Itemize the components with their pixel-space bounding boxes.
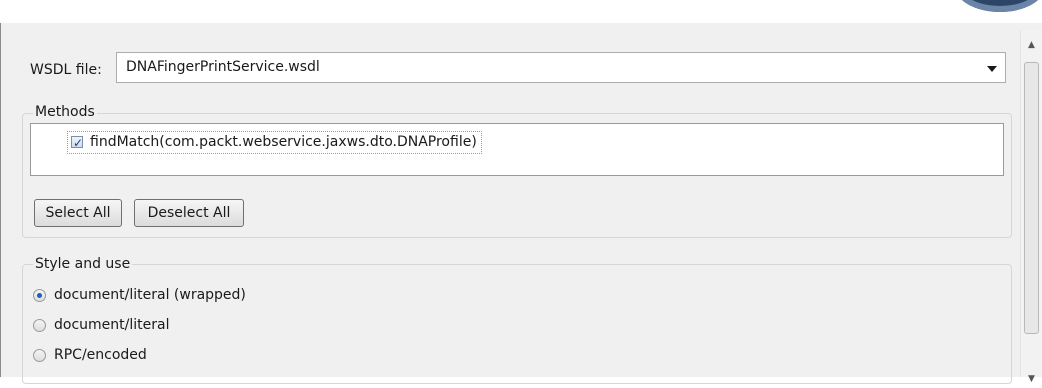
banner-graphic xyxy=(955,0,1042,12)
deselect-all-button[interactable]: Deselect All xyxy=(134,199,244,227)
methods-list[interactable]: ✓ findMatch(com.packt.webservice.jaxws.d… xyxy=(30,123,1004,176)
style-and-use-title: Style and use xyxy=(33,256,133,272)
method-label: findMatch(com.packt.webservice.jaxws.dto… xyxy=(90,134,477,150)
wsdl-file-label: WSDL file: xyxy=(30,62,102,78)
radio-label: document/literal xyxy=(54,317,170,333)
scroll-down-arrow-icon[interactable]: ▼ xyxy=(1021,370,1042,388)
scroll-up-arrow-icon[interactable]: ▲ xyxy=(1021,36,1042,54)
vertical-scrollbar[interactable]: ▲ ▼ xyxy=(1020,30,1042,384)
radio-button[interactable] xyxy=(33,319,46,332)
chevron-down-icon[interactable] xyxy=(987,66,997,72)
select-all-button[interactable]: Select All xyxy=(34,199,122,227)
radio-button-selected[interactable] xyxy=(33,289,46,302)
wsdl-file-combo[interactable]: DNAFingerPrintService.wsdl xyxy=(116,52,1006,83)
radio-label: RPC/encoded xyxy=(54,347,147,363)
methods-group-title: Methods xyxy=(33,104,97,120)
wsdl-file-value: DNAFingerPrintService.wsdl xyxy=(126,59,320,75)
check-icon: ✓ xyxy=(73,136,84,150)
radio-button[interactable] xyxy=(33,349,46,362)
list-item[interactable]: ✓ findMatch(com.packt.webservice.jaxws.d… xyxy=(67,131,482,154)
scrollbar-thumb[interactable] xyxy=(1024,62,1039,334)
style-and-use-group xyxy=(22,264,1012,384)
method-checkbox[interactable]: ✓ xyxy=(71,136,83,150)
radio-label: document/literal (wrapped) xyxy=(54,287,246,303)
wizard-banner xyxy=(0,0,1042,24)
